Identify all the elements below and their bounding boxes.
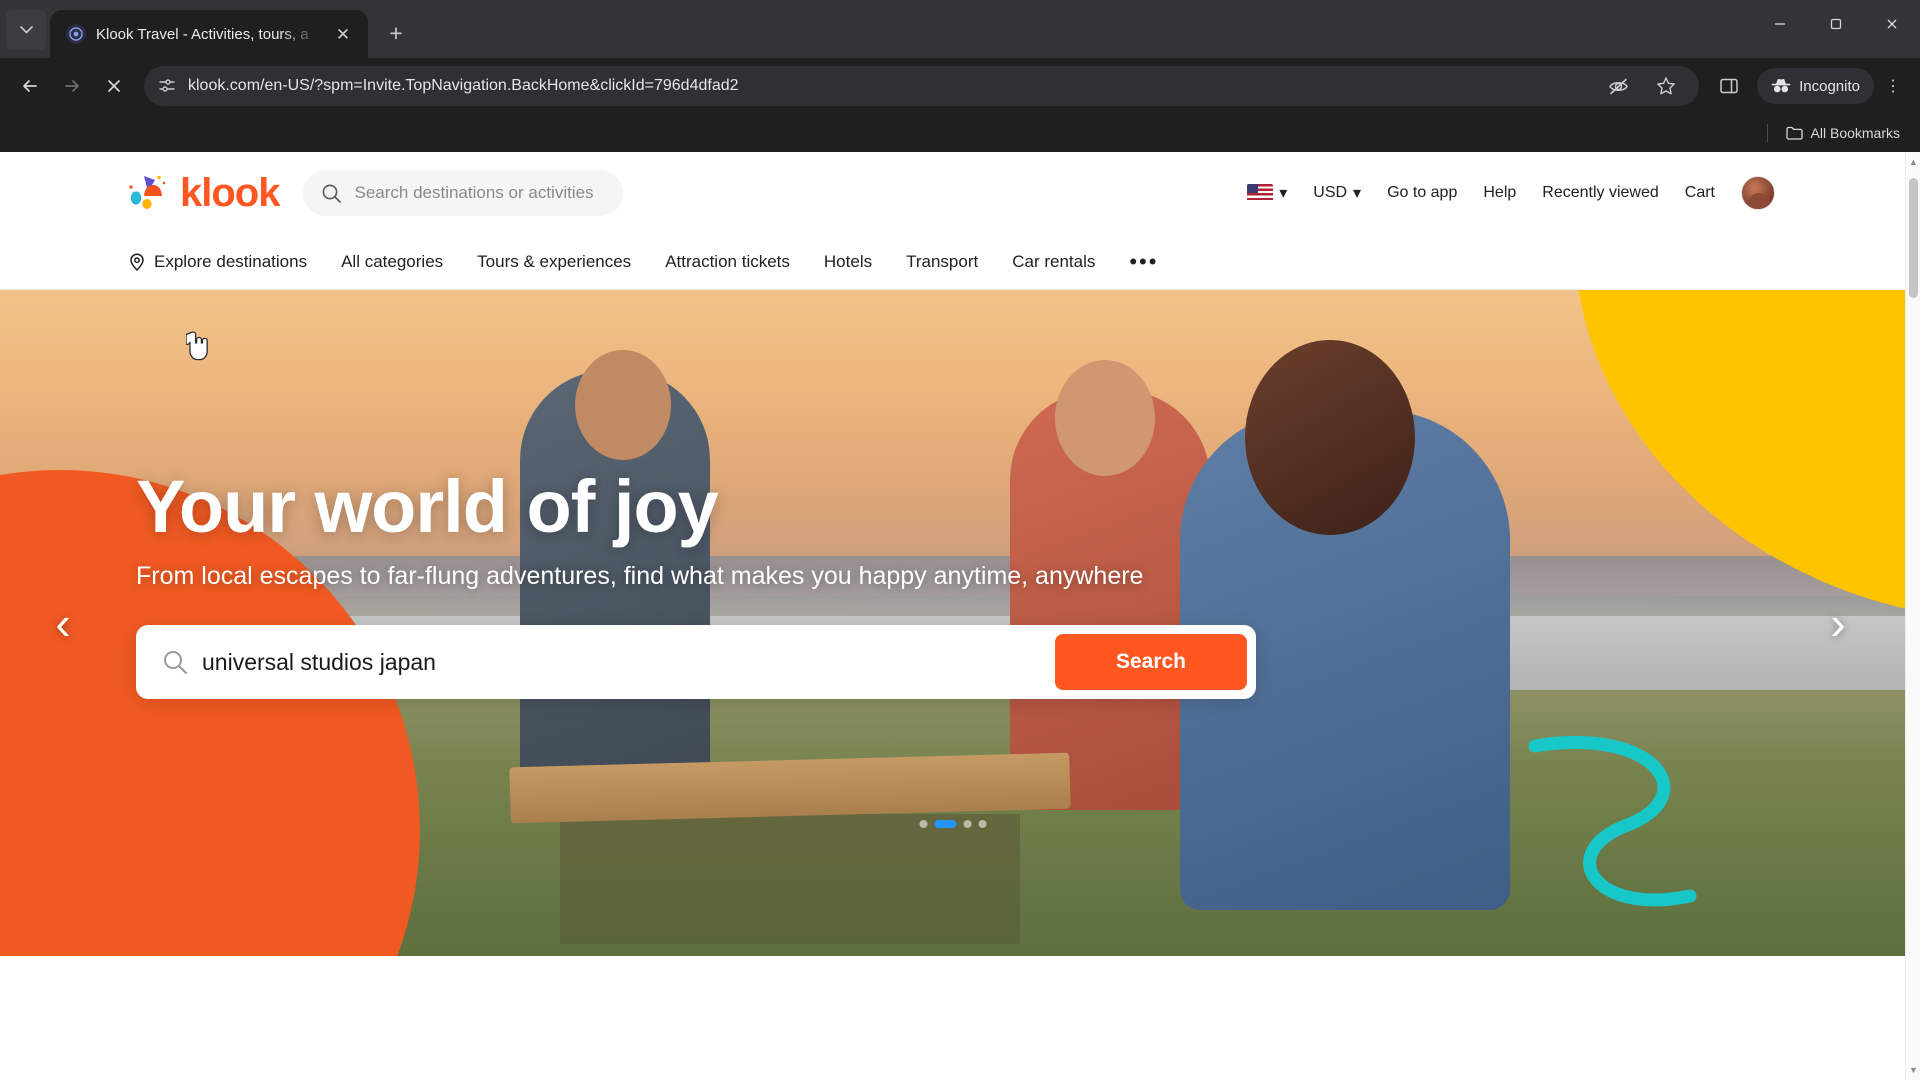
scrollbar-thumb[interactable] <box>1909 178 1918 298</box>
chevron-down-icon <box>19 26 33 34</box>
klook-logo[interactable]: klook <box>128 171 280 215</box>
nav-more-button[interactable]: ••• <box>1129 250 1158 272</box>
page-viewport: klook Search destinations or activities <box>0 152 1920 1080</box>
klook-logo-text: klook <box>180 171 280 215</box>
us-flag-icon <box>1247 184 1274 202</box>
browser-window: Klook Travel - Activities, tours, a ✕ + <box>0 0 1920 1080</box>
arrow-right-icon <box>65 80 79 92</box>
browser-tab[interactable]: Klook Travel - Activities, tours, a ✕ <box>50 10 368 58</box>
search-icon <box>162 649 188 675</box>
tab-strip: Klook Travel - Activities, tours, a ✕ + <box>0 0 1920 58</box>
maximize-icon <box>1830 18 1842 30</box>
site-nav: Explore destinations All categories Tour… <box>0 234 1905 290</box>
browser-toolbar: klook.com/en-US/?spm=Invite.TopNavigatio… <box>0 58 1920 114</box>
forward-button[interactable] <box>52 66 92 106</box>
hero-title: Your world of joy <box>136 465 719 548</box>
nav-all-categories[interactable]: All categories <box>341 252 443 272</box>
all-bookmarks-label: All Bookmarks <box>1810 125 1900 141</box>
incognito-icon <box>1771 78 1791 93</box>
eye-off-icon[interactable] <box>1601 69 1635 103</box>
hero-picnic-table-legs <box>560 814 1020 944</box>
nav-explore-label: Explore destinations <box>154 251 308 271</box>
nav-transport[interactable]: Transport <box>906 252 978 272</box>
stop-loading-button[interactable] <box>94 66 134 106</box>
carousel-dots <box>919 820 986 828</box>
address-bar[interactable]: klook.com/en-US/?spm=Invite.TopNavigatio… <box>144 66 1700 106</box>
new-tab-button[interactable]: + <box>376 13 416 53</box>
side-panel-icon <box>1720 78 1738 94</box>
go-to-app-link[interactable]: Go to app <box>1387 184 1457 202</box>
back-button[interactable] <box>10 66 50 106</box>
minimize-button[interactable] <box>1752 0 1808 48</box>
recently-viewed-link[interactable]: Recently viewed <box>1542 184 1659 202</box>
nav-explore-destinations[interactable]: Explore destinations <box>128 252 307 272</box>
header-search-placeholder: Search destinations or activities <box>354 183 594 202</box>
browser-menu-button[interactable]: ⋮ <box>1876 66 1910 106</box>
tab-close-button[interactable]: ✕ <box>330 21 356 47</box>
nav-tours-experiences[interactable]: Tours & experiences <box>477 252 631 272</box>
nav-hotels[interactable]: Hotels <box>824 252 872 272</box>
incognito-indicator[interactable]: Incognito <box>1757 68 1874 104</box>
page-settings-icon[interactable] <box>158 77 176 95</box>
carousel-next-button[interactable]: › <box>1815 591 1861 655</box>
hero-search-button[interactable]: Search <box>1055 634 1247 690</box>
klook-favicon <box>66 24 86 44</box>
bookmarks-bar: All Bookmarks <box>0 114 1920 152</box>
maximize-button[interactable] <box>1808 0 1864 48</box>
cart-link[interactable]: Cart <box>1685 184 1715 202</box>
carousel-dot[interactable] <box>919 820 927 828</box>
header-search-box[interactable]: Search destinations or activities <box>303 170 624 216</box>
page-content-below-hero <box>0 956 1905 1026</box>
nav-car-rentals[interactable]: Car rentals <box>1012 252 1095 272</box>
hero-banner: ‹ › Your world of joy From local escapes… <box>0 290 1905 956</box>
currency-selector[interactable]: USD ▾ <box>1313 183 1361 203</box>
scrollbar-up-arrow[interactable]: ▲ <box>1906 154 1920 170</box>
star-icon[interactable] <box>1649 69 1683 103</box>
klook-logo-mark <box>128 173 174 213</box>
carousel-prev-button[interactable]: ‹ <box>40 591 86 655</box>
scrollbar-down-arrow[interactable]: ▼ <box>1906 1062 1920 1078</box>
bookmark-divider <box>1766 124 1768 142</box>
all-bookmarks-button[interactable]: All Bookmarks <box>1778 121 1908 145</box>
side-panel-button[interactable] <box>1709 66 1749 106</box>
carousel-dot[interactable] <box>978 820 986 828</box>
currency-label: USD <box>1313 184 1348 201</box>
window-controls <box>1752 0 1920 48</box>
hero-subtitle: From local escapes to far-flung adventur… <box>136 562 1144 590</box>
currency-chevron: ▾ <box>1353 185 1362 202</box>
page-scrollbar[interactable]: ▲ ▼ <box>1905 152 1920 1080</box>
deco-teal-squiggle <box>1505 706 1735 936</box>
location-pin-icon <box>130 252 144 271</box>
hero-content: Your world of joy From local escapes to … <box>0 290 1905 699</box>
hero-search-bar[interactable]: universal studios japan Search <box>136 625 1256 699</box>
nav-attraction-tickets[interactable]: Attraction tickets <box>665 252 790 272</box>
klook-page: klook Search destinations or activities <box>0 152 1905 1080</box>
arrow-left-icon <box>23 80 37 92</box>
carousel-dot-active[interactable] <box>934 820 956 828</box>
help-link[interactable]: Help <box>1483 184 1516 202</box>
tab-title: Klook Travel - Activities, tours, a <box>96 25 309 43</box>
close-window-button[interactable] <box>1864 0 1920 48</box>
close-x-icon <box>108 80 120 92</box>
user-avatar[interactable] <box>1741 176 1775 210</box>
url-text: klook.com/en-US/?spm=Invite.TopNavigatio… <box>188 77 739 94</box>
language-chevron: ▾ <box>1279 185 1288 202</box>
close-icon <box>1887 19 1897 29</box>
search-icon <box>323 184 342 203</box>
folder-icon <box>1785 126 1803 140</box>
language-selector[interactable]: ▾ <box>1247 183 1287 203</box>
header-actions: ▾ USD ▾ Go to app Help Recently viewed C… <box>1247 176 1905 210</box>
carousel-dot[interactable] <box>963 820 971 828</box>
hero-search-input[interactable]: universal studios japan <box>202 649 1055 676</box>
minimize-icon <box>1775 23 1785 25</box>
omnibox-actions <box>1601 69 1685 103</box>
tab-search-button[interactable] <box>6 10 46 50</box>
incognito-label: Incognito <box>1799 77 1860 95</box>
site-header: klook Search destinations or activities <box>0 152 1905 234</box>
